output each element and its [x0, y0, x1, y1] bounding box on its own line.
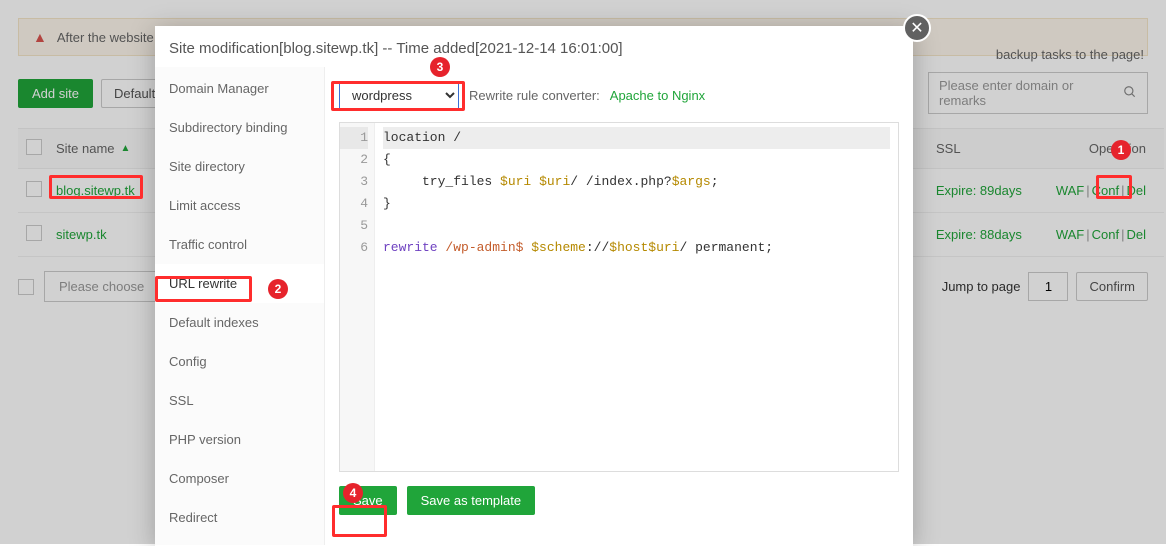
modal-title: Site modification[blog.sitewp.tk] -- Tim…	[155, 26, 913, 67]
sidebar-item-subdirectory[interactable]: Subdirectory binding	[155, 108, 324, 147]
converter-label: Rewrite rule converter:	[469, 88, 600, 103]
annotation-badge-4: 4	[343, 483, 363, 503]
close-icon[interactable]: ✕	[903, 14, 931, 42]
annotation-badge-3: 3	[430, 57, 450, 77]
sidebar-item-site-directory[interactable]: Site directory	[155, 147, 324, 186]
sidebar-item-default-indexes[interactable]: Default indexes	[155, 303, 324, 342]
modal-main-pane: wordpress Rewrite rule converter: Apache…	[325, 67, 913, 545]
rewrite-rule-select[interactable]: wordpress	[339, 81, 459, 110]
sidebar-item-php-version[interactable]: PHP version	[155, 420, 324, 459]
sidebar-item-domain-manager[interactable]: Domain Manager	[155, 69, 324, 108]
sidebar-item-composer[interactable]: Composer	[155, 459, 324, 498]
apache-to-nginx-link[interactable]: Apache to Nginx	[610, 88, 705, 103]
save-as-template-button[interactable]: Save as template	[407, 486, 535, 515]
sidebar-item-url-rewrite[interactable]: URL rewrite	[155, 264, 324, 303]
sidebar-item-limit-access[interactable]: Limit access	[155, 186, 324, 225]
sidebar-item-config[interactable]: Config	[155, 342, 324, 381]
code-editor[interactable]: 1 23456 location /{ try_files $uri $uri/…	[339, 122, 899, 472]
sidebar-item-redirect[interactable]: Redirect	[155, 498, 324, 537]
editor-code[interactable]: location /{ try_files $uri $uri/ /index.…	[375, 123, 898, 471]
editor-gutter: 1 23456	[340, 123, 375, 471]
sidebar-item-traffic-control[interactable]: Traffic control	[155, 225, 324, 264]
annotation-badge-2: 2	[268, 279, 288, 299]
sidebar-item-ssl[interactable]: SSL	[155, 381, 324, 420]
annotation-badge-1: 1	[1111, 140, 1131, 160]
modal-side-nav: Domain Manager Subdirectory binding Site…	[155, 67, 325, 545]
